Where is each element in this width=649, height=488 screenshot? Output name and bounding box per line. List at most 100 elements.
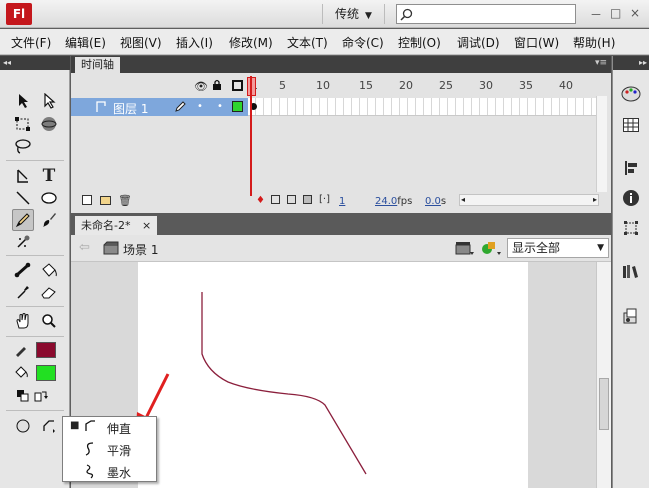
menu-debug[interactable]: 调试(D) [457,34,500,51]
menu-edit[interactable]: 编辑(E) [65,34,106,51]
document-tabbar: 未命名-2* × [71,213,611,235]
menu-commands[interactable]: 命令(C) [342,34,384,51]
text-tool-icon[interactable]: T [38,165,60,187]
pencil-tool-icon[interactable] [12,209,34,231]
menu-text[interactable]: 文本(T) [287,34,328,51]
current-frame[interactable]: 1 [339,196,345,207]
menu-control[interactable]: 控制(O) [398,34,441,51]
zoom-tool-icon[interactable] [38,310,60,332]
menu-view[interactable]: 视图(V) [120,34,162,51]
menu-insert[interactable]: 插入(I) [176,34,213,51]
edit-pencil-icon [174,100,187,116]
layer-name: 图层 1 [113,102,149,116]
center-frame-icon[interactable]: ♦ [256,195,265,206]
close-button[interactable]: × [630,6,640,20]
frames-grid[interactable] [248,98,604,116]
new-folder-icon[interactable] [100,196,111,205]
selection-tool-icon[interactable] [12,90,34,112]
edit-symbols-icon[interactable] [481,240,503,259]
info-icon[interactable] [619,186,643,210]
fill-color-icon [10,362,32,384]
zoom-dropdown[interactable]: 显示全部 ▼ [507,238,609,258]
maximize-button[interactable]: □ [610,6,621,20]
edit-scene-icon[interactable] [455,240,475,259]
layer-outline-color[interactable] [232,101,243,112]
onion-skin-icon[interactable] [271,195,280,204]
pencil-mode-icon[interactable] [38,415,60,437]
stage[interactable] [138,262,528,488]
collapse-arrows-icon[interactable]: ◂◂ [0,56,70,70]
outline-icon[interactable] [232,80,243,91]
object-drawing-icon[interactable] [12,415,34,437]
line-tool-icon[interactable] [12,187,34,209]
chevron-down-icon: ▼ [597,243,604,253]
deco-tool-icon[interactable] [12,231,34,253]
search-input[interactable] [396,4,576,24]
panel-menu-icon[interactable]: ▾≡ [595,58,607,68]
visibility-dot[interactable]: • [197,101,203,112]
time-readout[interactable]: 0.0s [425,196,446,207]
eraser-tool-icon[interactable] [38,281,60,303]
edit-bar: ⇦ 场景 1 显示全部 ▼ [71,235,611,262]
color-palette-icon[interactable] [619,82,643,106]
edit-frames-icon[interactable] [303,195,312,204]
3d-rotation-tool-icon[interactable] [38,113,60,135]
back-arrow-icon[interactable]: ⇦ [79,240,90,255]
align-icon[interactable] [619,156,643,180]
hand-tool-icon[interactable] [12,310,34,332]
lasso-tool-icon[interactable] [12,135,34,157]
timeline-horizontal-scrollbar[interactable]: ◂ ▸ [459,194,599,206]
expand-panels-icon[interactable]: ▸▸ [613,56,649,70]
subselection-tool-icon[interactable] [38,90,60,112]
time-unit: s [440,196,447,207]
transform-icon[interactable] [619,216,643,240]
stage-vertical-scrollbar[interactable] [596,262,611,488]
menu-window[interactable]: 窗口(W) [514,34,559,51]
lock-dot[interactable]: • [217,101,223,112]
menu-modify[interactable]: 修改(M) [229,34,273,51]
drawn-stroke[interactable] [138,262,528,488]
stroke-color-swatch[interactable] [36,342,56,358]
swap-colors-icon[interactable] [30,385,52,407]
fps-readout[interactable]: 24.0fps [375,196,412,207]
lock-icon[interactable] [212,79,222,94]
menu-item-ink[interactable]: 墨水 [63,461,156,483]
paint-bucket-tool-icon[interactable] [38,259,60,281]
app-logo: Fl [6,3,32,25]
minimize-button[interactable]: － [590,6,602,23]
bone-tool-icon[interactable] [12,259,34,281]
oval-tool-icon[interactable] [38,187,60,209]
document-tab[interactable]: 未命名-2* × [75,216,158,235]
frame-number: 10 [316,79,330,92]
scroll-left-icon[interactable]: ◂ [461,195,465,204]
menu-help[interactable]: 帮助(H) [573,34,615,51]
scroll-right-icon[interactable]: ▸ [593,195,597,204]
menu-item-straighten[interactable]: ■ 伸直 [63,417,156,439]
eye-icon[interactable]: 👁 [194,80,208,93]
eyedropper-tool-icon[interactable] [12,281,34,303]
timeline-vertical-scrollbar[interactable] [596,96,607,192]
free-transform-tool-icon[interactable] [12,113,34,135]
workspace-switcher[interactable]: 传统 ▼ [322,4,385,24]
menu-item-smooth[interactable]: 平滑 [63,439,156,461]
frame-number: 35 [519,79,533,92]
scene-label[interactable]: 场景 1 [123,241,158,258]
library-icon[interactable] [619,260,643,284]
brush-tool-icon[interactable] [38,209,60,231]
layer-row[interactable]: 图层 1 • • [71,98,248,116]
onion-outlines-icon[interactable] [287,195,296,204]
components-icon[interactable] [619,304,643,328]
close-tab-button[interactable]: × [142,219,151,232]
swatches-grid-icon[interactable] [619,113,643,137]
pen-tool-icon[interactable] [12,165,34,187]
timeline-header: 👁 1 5 10 15 20 25 30 35 40 [71,76,611,96]
modify-markers-icon[interactable]: [·] [319,194,330,205]
delete-icon[interactable]: 🗑 [118,194,132,207]
chevron-down-icon: ▼ [365,11,372,21]
scroll-thumb[interactable] [599,378,609,430]
tab-timeline[interactable]: 时间轴 [75,57,120,73]
new-layer-icon[interactable] [82,195,92,205]
menu-file[interactable]: 文件(F) [11,34,51,51]
fill-color-swatch[interactable] [36,365,56,381]
pencil-mode-menu: ■ 伸直 平滑 墨水 [62,416,157,482]
